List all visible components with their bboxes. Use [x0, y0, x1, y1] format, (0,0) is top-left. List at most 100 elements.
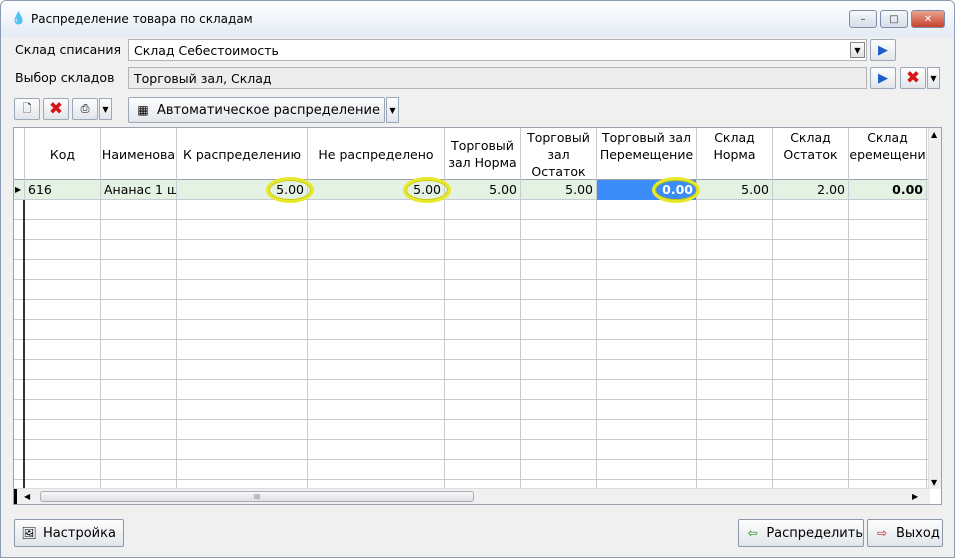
minimize-button[interactable]: –	[849, 10, 877, 28]
empty-cell[interactable]	[597, 220, 697, 240]
scroll-left-icon[interactable]: ◀	[24, 492, 30, 501]
empty-cell[interactable]	[521, 340, 597, 360]
empty-cell[interactable]	[177, 240, 308, 260]
select-sklady-button[interactable]: ▶	[870, 67, 896, 89]
horizontal-scrollbar[interactable]: ◀ III ▶	[14, 488, 930, 504]
empty-cell[interactable]	[521, 280, 597, 300]
empty-cell[interactable]	[697, 300, 773, 320]
empty-table-row[interactable]	[14, 240, 930, 260]
empty-cell[interactable]	[773, 420, 849, 440]
empty-cell[interactable]	[101, 360, 177, 380]
empty-cell[interactable]	[521, 420, 597, 440]
empty-cell[interactable]	[308, 380, 445, 400]
empty-table-row[interactable]	[14, 220, 930, 240]
empty-cell[interactable]	[445, 360, 521, 380]
cell-ne-raspredeleno[interactable]: 5.00	[308, 180, 445, 200]
empty-cell[interactable]	[849, 400, 927, 420]
empty-cell[interactable]	[308, 420, 445, 440]
empty-cell[interactable]	[445, 200, 521, 220]
empty-cell[interactable]	[14, 240, 25, 260]
empty-cell[interactable]	[101, 340, 177, 360]
empty-table-row[interactable]	[14, 340, 930, 360]
empty-cell[interactable]	[14, 340, 25, 360]
column-header-name[interactable]: Наименова	[101, 128, 177, 180]
empty-cell[interactable]	[308, 220, 445, 240]
column-header-sklad-peremeshchenie[interactable]: Склад еремещени	[849, 128, 927, 180]
empty-cell[interactable]	[25, 240, 101, 260]
empty-cell[interactable]	[697, 200, 773, 220]
empty-cell[interactable]	[25, 220, 101, 240]
empty-cell[interactable]	[308, 440, 445, 460]
empty-cell[interactable]	[849, 260, 927, 280]
empty-cell[interactable]	[697, 460, 773, 480]
empty-cell[interactable]	[597, 320, 697, 340]
empty-cell[interactable]	[177, 200, 308, 220]
close-button[interactable]: ✕	[911, 10, 945, 28]
empty-cell[interactable]	[697, 440, 773, 460]
empty-cell[interactable]	[308, 340, 445, 360]
empty-cell[interactable]	[597, 260, 697, 280]
empty-table-row[interactable]	[14, 360, 930, 380]
empty-cell[interactable]	[101, 220, 177, 240]
column-header-kod[interactable]: Код	[25, 128, 101, 180]
column-header-tz-norma[interactable]: Торговый зал Норма	[445, 128, 521, 180]
empty-cell[interactable]	[445, 460, 521, 480]
empty-cell[interactable]	[101, 420, 177, 440]
empty-cell[interactable]	[521, 380, 597, 400]
column-header-sklad-ostatok[interactable]: Склад Остаток	[773, 128, 849, 180]
empty-cell[interactable]	[849, 340, 927, 360]
cell-tz-ostatok[interactable]: 5.00	[521, 180, 597, 200]
empty-table-row[interactable]	[14, 400, 930, 420]
empty-cell[interactable]	[521, 320, 597, 340]
add-button[interactable]: 🗋	[14, 98, 40, 120]
column-header-sklad-norma[interactable]: Склад Норма	[697, 128, 773, 180]
empty-cell[interactable]	[445, 220, 521, 240]
empty-cell[interactable]	[308, 360, 445, 380]
settings-button[interactable]: 🖼 Настройка	[14, 519, 124, 547]
empty-cell[interactable]	[773, 460, 849, 480]
empty-cell[interactable]	[177, 420, 308, 440]
empty-cell[interactable]	[14, 360, 25, 380]
empty-table-row[interactable]	[14, 380, 930, 400]
empty-cell[interactable]	[177, 340, 308, 360]
empty-cell[interactable]	[101, 200, 177, 220]
empty-cell[interactable]	[521, 300, 597, 320]
empty-cell[interactable]	[14, 380, 25, 400]
scroll-down-icon[interactable]: ▼	[931, 478, 937, 487]
empty-table-row[interactable]	[14, 280, 930, 300]
empty-cell[interactable]	[773, 260, 849, 280]
print-button[interactable]: ⎙	[72, 98, 98, 120]
column-header-tz-peremeshchenie[interactable]: Торговый зал Перемещение	[597, 128, 697, 180]
empty-cell[interactable]	[14, 300, 25, 320]
empty-cell[interactable]	[445, 420, 521, 440]
empty-cell[interactable]	[773, 280, 849, 300]
empty-cell[interactable]	[101, 300, 177, 320]
column-header-tz-ostatok[interactable]: Торговый зал Остаток	[521, 128, 597, 180]
empty-cell[interactable]	[177, 280, 308, 300]
empty-cell[interactable]	[101, 400, 177, 420]
cell-sklad-ostatok[interactable]: 2.00	[773, 180, 849, 200]
empty-cell[interactable]	[101, 380, 177, 400]
cell-kod[interactable]: 616	[25, 180, 101, 200]
empty-cell[interactable]	[849, 320, 927, 340]
empty-cell[interactable]	[697, 280, 773, 300]
cell-sklad-norma[interactable]: 5.00	[697, 180, 773, 200]
empty-cell[interactable]	[697, 320, 773, 340]
empty-cell[interactable]	[773, 360, 849, 380]
empty-cell[interactable]	[849, 220, 927, 240]
scroll-right-icon[interactable]: ▶	[912, 492, 918, 501]
empty-table-row[interactable]	[14, 300, 930, 320]
empty-cell[interactable]	[773, 320, 849, 340]
empty-cell[interactable]	[25, 300, 101, 320]
empty-cell[interactable]	[177, 260, 308, 280]
empty-cell[interactable]	[521, 200, 597, 220]
empty-cell[interactable]	[697, 420, 773, 440]
table-row[interactable]: ▶ 616 Ананас 1 ш 5.00 5.00 5.00 5.00 0.0…	[14, 180, 930, 200]
empty-cell[interactable]	[14, 260, 25, 280]
vertical-scrollbar[interactable]: ▲ ▼	[928, 128, 941, 489]
empty-cell[interactable]	[597, 400, 697, 420]
empty-cell[interactable]	[177, 320, 308, 340]
empty-cell[interactable]	[101, 260, 177, 280]
empty-table-row[interactable]	[14, 200, 930, 220]
empty-cell[interactable]	[597, 360, 697, 380]
